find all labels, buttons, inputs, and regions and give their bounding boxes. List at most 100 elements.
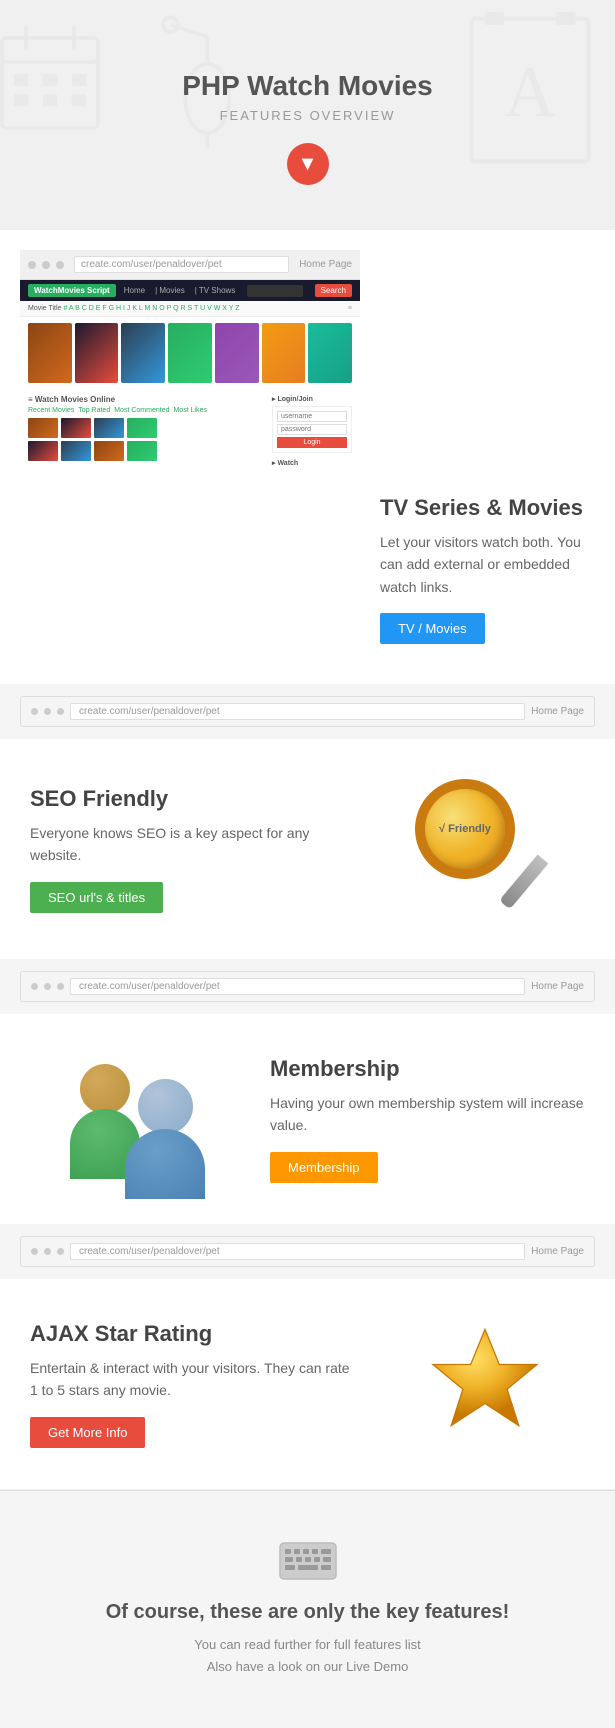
nav-tv: | TV Shows [195,286,236,295]
divider-strip-2: create.com/user/penaldover/pet Home Page [0,959,615,1014]
footer-section: Of course, these are only the key featur… [0,1490,615,1728]
tv-title: TV Series & Movies [380,495,595,521]
membership-desc: Having your own membership system will i… [270,1092,595,1137]
seo-title: SEO Friendly [30,786,355,812]
movie-thumb-b [61,418,91,438]
seo-button[interactable]: SEO url's & titles [30,882,163,913]
movie-logo: WatchMovies Script [28,284,116,297]
magnifier-container: √ Friendly [415,779,555,919]
divider-strip-1: create.com/user/penaldover/pet Home Page [0,684,615,739]
movie-thumb-c [94,418,124,438]
strip-url-1: create.com/user/penaldover/pet [70,703,525,720]
magnifier-lens: √ Friendly [415,779,515,879]
browser-strip-2: create.com/user/penaldover/pet Home Page [20,971,595,1002]
strip-nav-3: Home Page [531,1246,584,1257]
browser-strip-1: create.com/user/penaldover/pet Home Page [20,696,595,727]
strip-nav-1: Home Page [531,706,584,717]
tv-description: TV Series & Movies Let your visitors wat… [360,475,595,644]
seo-text: SEO Friendly Everyone knows SEO is a key… [30,786,355,913]
browser-dot-3 [56,261,64,269]
login-title: ▸ Login/Join [272,395,352,403]
browser-strip-3: create.com/user/penaldover/pet Home Page [20,1236,595,1267]
tv-desc: Let your visitors watch both. You can ad… [380,531,595,598]
membership-section: Membership Having your own membership sy… [0,1014,615,1224]
movie-thumb-e [28,441,58,461]
filter-chars: # A B C D E F G H I J K L M N O P Q R S … [63,305,239,312]
username-input[interactable] [277,411,347,422]
magnifier-text: √ Friendly [439,823,491,835]
star-desc: Entertain & interact with your visitors.… [30,1357,355,1402]
login-button[interactable]: Login [277,437,347,448]
watch-label: ▸ Watch [272,459,352,467]
hero-subtitle: FEATURES OVERVIEW [20,108,595,123]
movie-poster-row [20,317,360,389]
strip-url-3: create.com/user/penaldover/pet [70,1243,525,1260]
tv-browser-container: create.com/user/penaldover/pet Home Page… [0,230,615,475]
nav-movies: | Movies [155,286,185,295]
password-input[interactable] [277,424,347,435]
poster-3 [121,323,165,383]
gold-star-icon [420,1319,550,1449]
strip-dot-6 [57,983,64,990]
movie-list-title: ≡ Watch Movies Online [28,395,264,404]
browser-nav-label: Home Page [299,259,352,270]
poster-6 [262,323,306,383]
membership-image [30,1054,250,1184]
strip-dot-9 [57,1248,64,1255]
watch-section: ▸ Watch [272,459,352,467]
movie-site-header: WatchMovies Script Home | Movies | TV Sh… [20,280,360,301]
footer-line1: You can read further for full features l… [194,1637,420,1652]
tv-button[interactable]: TV / Movies [380,613,485,644]
user-back-head [80,1064,130,1114]
user-front-head [138,1079,193,1134]
footer-desc: You can read further for full features l… [30,1634,585,1678]
seo-section: SEO Friendly Everyone knows SEO is a key… [0,739,615,959]
footer-title: Of course, these are only the key featur… [30,1601,585,1624]
star-illustration [385,1319,585,1449]
star-rating-section: AJAX Star Rating Entertain & interact wi… [0,1279,615,1489]
movie-thumb-a [28,418,58,438]
strip-url-2: create.com/user/penaldover/pet [70,978,525,995]
hero-title: PHP Watch Movies [20,70,595,102]
keyboard-icon [278,1541,338,1581]
movie-search-btn: Search [315,284,352,297]
seo-desc: Everyone knows SEO is a key aspect for a… [30,822,355,867]
star-title: AJAX Star Rating [30,1321,355,1347]
membership-button[interactable]: Membership [270,1152,378,1183]
movie-nav: Home | Movies | TV Shows [124,286,236,295]
users-illustration [50,1054,230,1184]
strip-dot-3 [57,708,64,715]
tv-spacer [20,475,360,644]
nav-home: Home [124,286,145,295]
browser-url-bar: create.com/user/penaldover/pet [74,256,289,273]
hero-section: A PHP Watch Movies FEATURES OVERVIEW ▼ [0,0,615,230]
tv-browser-mockup: create.com/user/penaldover/pet Home Page… [20,250,360,475]
strip-nav-2: Home Page [531,981,584,992]
user-front [125,1079,205,1199]
filter-view: ≡ [348,305,352,312]
keyboard-icon-container [30,1541,585,1586]
movie-row-2 [28,441,264,461]
movie-login-box: ▸ Login/Join Login ▸ Watch [272,395,352,469]
browser-dot-2 [42,261,50,269]
movie-site-preview: WatchMovies Script Home | Movies | TV Sh… [20,280,360,475]
get-more-info-button[interactable]: Get More Info [30,1417,145,1448]
poster-5 [215,323,259,383]
membership-title: Membership [270,1056,595,1082]
poster-1 [28,323,72,383]
strip-dot-4 [31,983,38,990]
footer-line2: Also have a look on our Live Demo [207,1659,409,1674]
browser-dot-1 [28,261,36,269]
movie-list: ≡ Watch Movies Online Recent MoviesTop R… [28,395,264,469]
strip-dot-5 [44,983,51,990]
movie-thumb-d [127,418,157,438]
strip-dot-2 [44,708,51,715]
movie-thumb-g [94,441,124,461]
scroll-down-button[interactable]: ▼ [287,143,329,185]
magnifier-handle [499,855,548,910]
movie-main-content: ≡ Watch Movies Online Recent MoviesTop R… [20,389,360,475]
divider-strip-3: create.com/user/penaldover/pet Home Page [0,1224,615,1279]
filter-label: Movie Title [28,305,61,312]
user-front-body [125,1129,205,1199]
strip-dot-8 [44,1248,51,1255]
